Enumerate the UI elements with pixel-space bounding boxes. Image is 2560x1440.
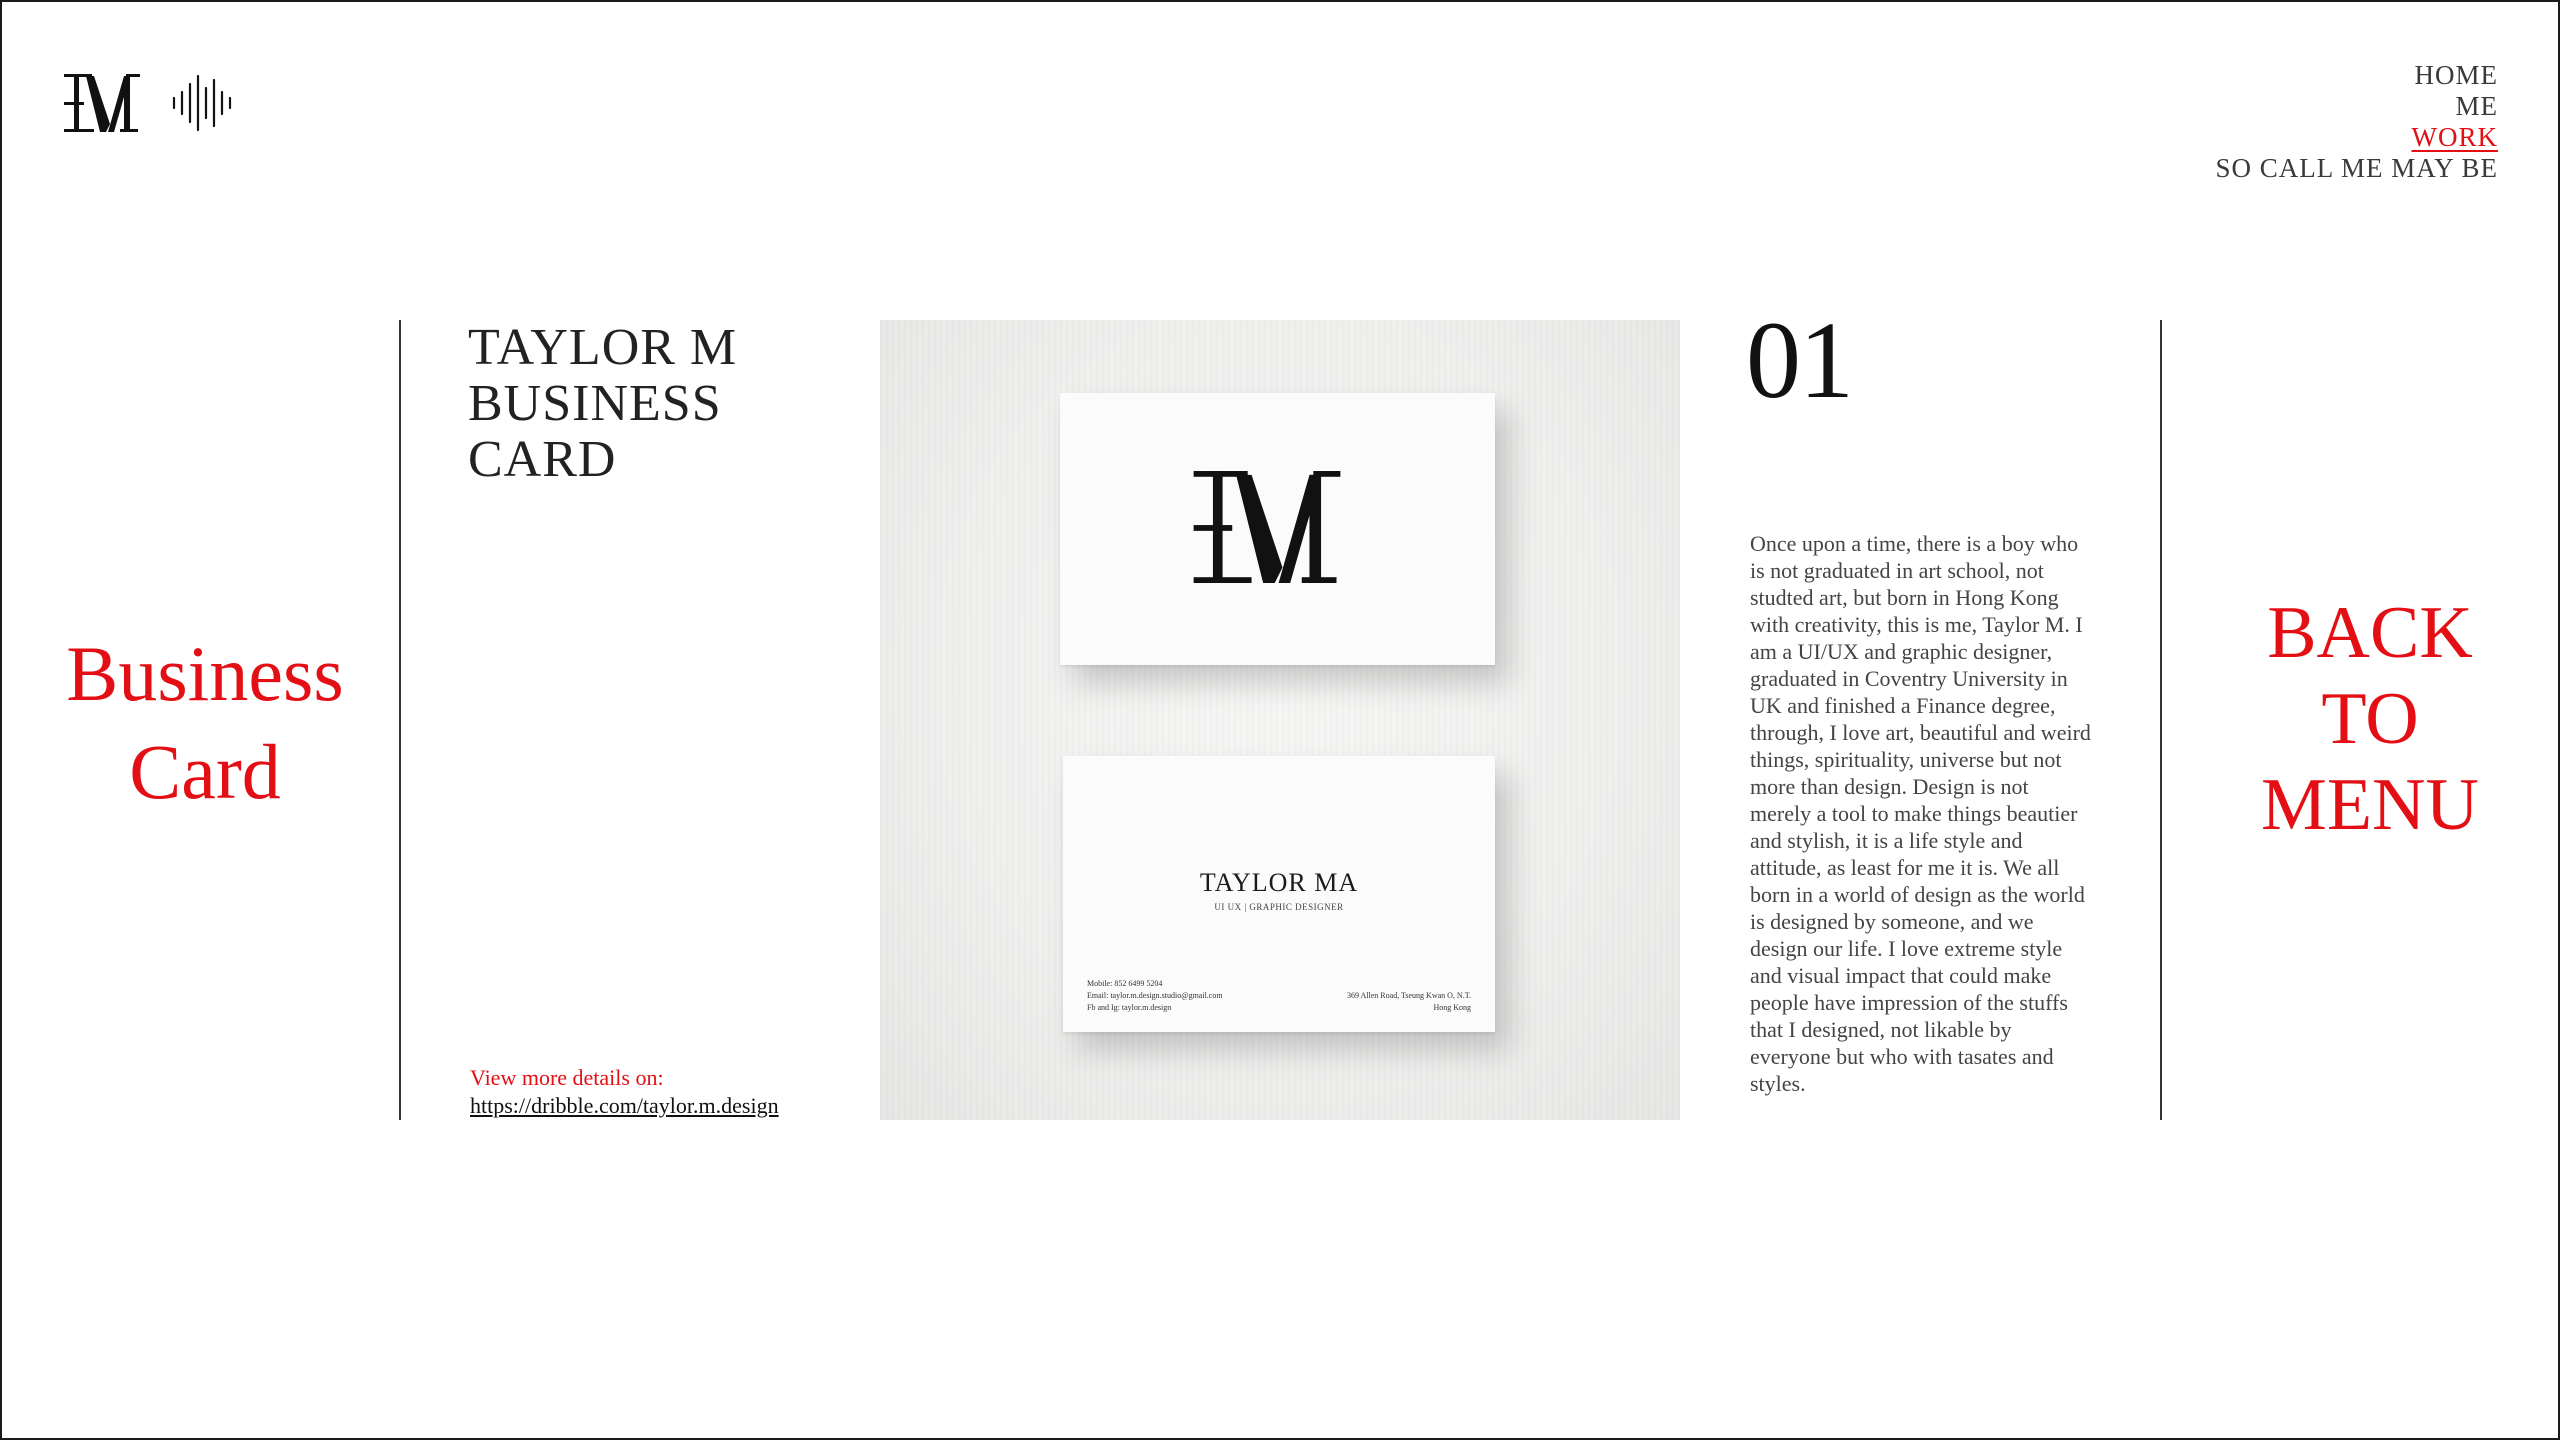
card-back: TAYLOR MA UI UX | GRAPHIC DESIGNER Mobil…: [1063, 756, 1495, 1032]
nav-me[interactable]: ME: [2215, 91, 2498, 122]
section-title-line1: Business: [66, 630, 344, 717]
card-logo: [1192, 471, 1342, 583]
card-address-line1: 369 Allen Road, Tseung Kwan O, N.T.: [1346, 991, 1471, 1000]
back-to-menu-button[interactable]: BACK TO MENU: [2230, 590, 2510, 848]
card-contact-email: Email: taylor.m.design.studio@gmail.com: [1087, 991, 1223, 1000]
nav-home[interactable]: HOME: [2215, 60, 2498, 91]
section-title-line2: Card: [129, 728, 281, 815]
project-title: TAYLOR M BUSINESS CARD: [468, 320, 828, 488]
project-title-line2: BUSINESS: [468, 375, 722, 432]
project-title-line3: CARD: [468, 431, 617, 488]
card-address-line2: Hong Kong: [1433, 1003, 1471, 1012]
card-front: [1060, 393, 1495, 665]
details-block: View more details on: https://dribble.co…: [470, 1064, 779, 1120]
back-to-menu-line1: BACK: [2267, 592, 2473, 674]
section-title: Business Card: [40, 625, 370, 821]
card-contact: Mobile: 852 6499 5204 Email: taylor.m.de…: [1087, 978, 1223, 1014]
card-contact-social: Fb and Ig: taylor.m.design: [1087, 1003, 1172, 1012]
dribbble-link[interactable]: https://dribble.com/taylor.m.design: [470, 1092, 779, 1120]
project-number: 01: [1746, 299, 1854, 421]
main-nav: HOME ME WORK SO CALL ME MAY BE: [2215, 60, 2498, 184]
back-to-menu-line2: TO: [2321, 678, 2419, 760]
business-card-mockup-image: TAYLOR MA UI UX | GRAPHIC DESIGNER Mobil…: [880, 320, 1680, 1120]
project-title-line1: TAYLOR M: [468, 319, 738, 376]
card-name: TAYLOR MA: [1199, 868, 1359, 897]
card-contact-mobile: Mobile: 852 6499 5204: [1087, 979, 1163, 988]
card-address: 369 Allen Road, Tseung Kwan O, N.T. Hong…: [1347, 990, 1471, 1014]
sound-wave-icon[interactable]: [170, 72, 234, 134]
back-to-menu-line3: MENU: [2261, 764, 2479, 846]
project-description: Once upon a time, there is a boy who is …: [1750, 531, 2091, 1096]
details-label: View more details on:: [470, 1065, 664, 1090]
tm-monogram-logo[interactable]: [64, 74, 140, 132]
nav-work[interactable]: WORK: [2215, 122, 2498, 153]
right-divider: [2160, 320, 2162, 1120]
card-role: UI UX | GRAPHIC DESIGNER: [1214, 902, 1344, 912]
nav-so-call-me-may-be[interactable]: SO CALL ME MAY BE: [2215, 153, 2498, 184]
left-divider: [399, 320, 401, 1120]
